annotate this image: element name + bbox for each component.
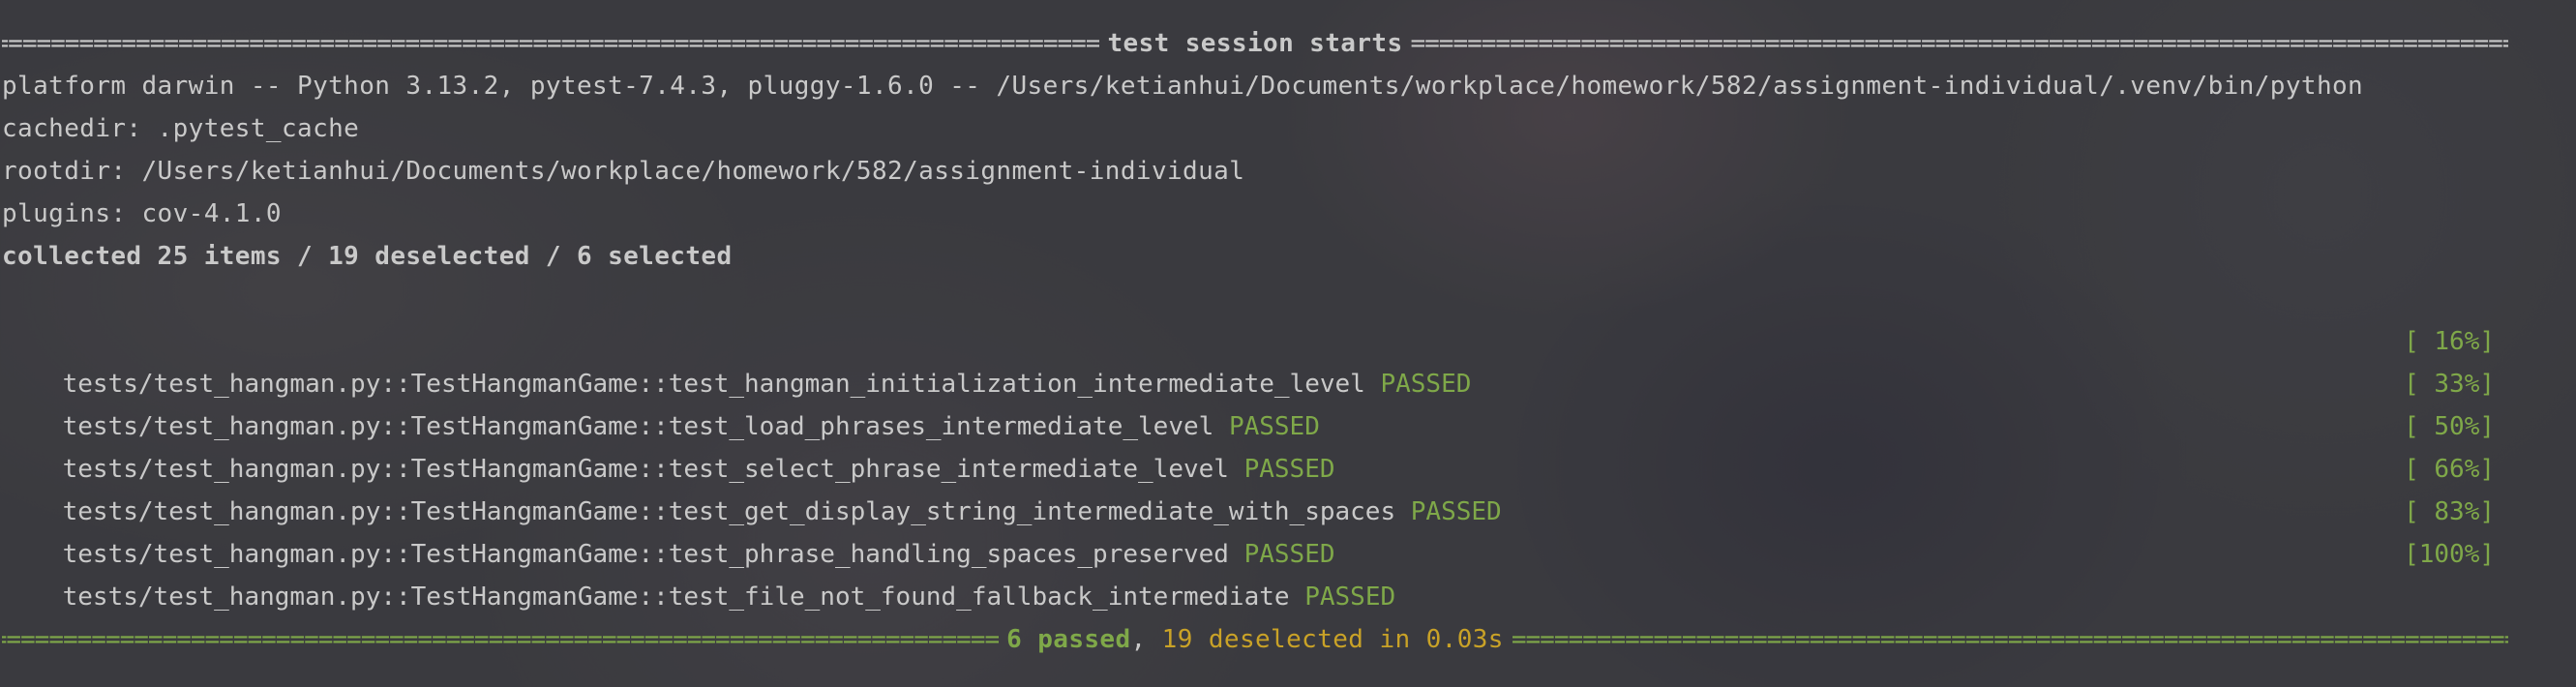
test-result-row: tests/test_hangman.py::TestHangmanGame::… — [2, 491, 2495, 569]
rootdir-line: rootdir: /Users/ketianhui/Documents/work… — [2, 157, 1245, 186]
summary-deselected: 19 deselected — [1161, 625, 1364, 654]
summary-line: 6 passed, 19 deselected in 0.03s — [2, 618, 2508, 661]
test-result-row: tests/test_hangman.py::TestHangmanGame::… — [2, 363, 2495, 441]
test-result-row: tests/test_hangman.py::TestHangmanGame::… — [2, 320, 2495, 399]
test-status: PASSED — [1304, 582, 1396, 612]
session-header: test session starts — [2, 22, 2508, 65]
summary-text: 6 passed, 19 deselected in 0.03s — [999, 618, 1512, 661]
test-progress: [ 16%] — [2404, 327, 2495, 356]
test-result-row: tests/test_hangman.py::TestHangmanGame::… — [2, 405, 2495, 484]
header-rule-right — [1411, 22, 2508, 65]
test-progress: [ 50%] — [2404, 412, 2495, 441]
test-id: tests/test_hangman.py::TestHangmanGame::… — [62, 582, 1290, 612]
summary-rule-left — [2, 618, 999, 661]
terminal-output[interactable]: test session starts platform darwin -- P… — [0, 0, 2576, 687]
summary-time: in 0.03s — [1379, 625, 1504, 654]
summary-separator: , — [1130, 625, 1147, 654]
platform-line: platform darwin -- Python 3.13.2, pytest… — [2, 72, 2364, 101]
summary-passed: 6 passed — [1006, 625, 1131, 654]
test-result-row: tests/test_hangman.py::TestHangmanGame::… — [2, 533, 2495, 612]
header-rule-left — [2, 22, 1099, 65]
test-progress: [100%] — [2404, 540, 2495, 569]
plugins-line: plugins: cov-4.1.0 — [2, 199, 282, 228]
test-result-row: tests/test_hangman.py::TestHangmanGame::… — [2, 448, 2495, 526]
cachedir-line: cachedir: .pytest_cache — [2, 114, 360, 143]
test-progress: [ 83%] — [2404, 497, 2495, 526]
session-header-title: test session starts — [1107, 29, 1403, 58]
test-progress: [ 33%] — [2404, 370, 2495, 399]
test-progress: [ 66%] — [2404, 455, 2495, 484]
summary-rule-right — [1512, 618, 2508, 661]
collected-line: collected 25 items / 19 deselected / 6 s… — [2, 242, 733, 271]
